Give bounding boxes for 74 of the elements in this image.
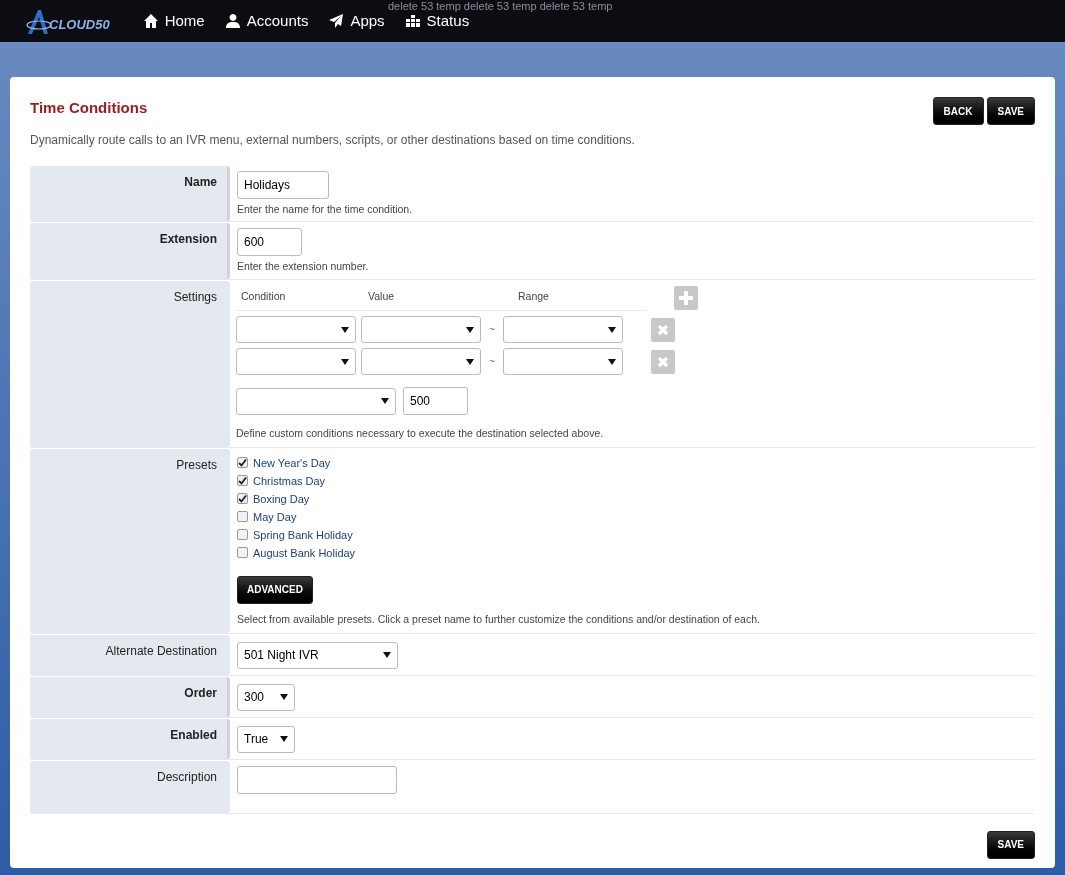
help-text: Define custom conditions necessary to execute the destination selected above. xyxy=(236,426,605,441)
page-title: Time Conditions xyxy=(30,98,149,118)
checkbox[interactable] xyxy=(237,547,248,559)
page-description: Dynamically route calls to an IVR menu, external numbers, scripts, or other destinations based on time conditions. xyxy=(30,131,635,149)
advanced-button[interactable]: ADVANCED xyxy=(237,575,313,604)
text-field[interactable]: Holidays xyxy=(237,170,329,199)
field-label: Name xyxy=(30,165,230,222)
text-field[interactable]: 500 xyxy=(403,387,468,415)
close-icon xyxy=(657,323,669,336)
caret-icon xyxy=(466,326,474,333)
nav-link[interactable]: Accounts xyxy=(224,9,309,33)
bar-chart-icon xyxy=(404,13,421,29)
user-icon xyxy=(224,13,241,29)
dropdown[interactable] xyxy=(236,316,356,343)
preset-link[interactable]: May Day xyxy=(253,508,297,525)
column-header: Value xyxy=(368,289,396,305)
caret-icon xyxy=(466,358,474,365)
help-text: Enter the extension number. xyxy=(237,259,370,275)
dropdown[interactable] xyxy=(236,387,396,415)
nav-link[interactable]: Apps xyxy=(328,9,385,33)
caret-icon xyxy=(280,736,288,742)
checkbox[interactable] xyxy=(237,493,248,505)
text-field[interactable]: 600 xyxy=(237,228,302,257)
field-label: Order xyxy=(30,676,230,717)
column-header: Condition xyxy=(240,289,287,305)
plus-icon xyxy=(679,290,693,305)
caret-icon xyxy=(383,652,391,658)
field-label: Alternate Destination xyxy=(30,634,230,675)
add-button[interactable] xyxy=(674,285,698,310)
caret-icon xyxy=(280,694,288,700)
dropdown[interactable]: 501 Night IVR xyxy=(237,641,398,669)
preset-link[interactable]: August Bank Holiday xyxy=(253,544,356,561)
checkbox[interactable] xyxy=(237,457,248,469)
dropdown[interactable] xyxy=(236,348,356,375)
column-header: Range xyxy=(518,289,550,305)
home-icon xyxy=(142,13,159,29)
checkbox[interactable] xyxy=(237,511,248,523)
field-label: Enabled xyxy=(30,718,230,759)
field-label: Settings xyxy=(30,281,230,447)
dropdown[interactable] xyxy=(503,348,623,375)
background-text: delete 53 temp delete 53 temp delete 53 temp xyxy=(388,0,613,12)
caret-icon xyxy=(608,326,616,333)
preset-link[interactable]: Boxing Day xyxy=(253,490,310,507)
dropdown[interactable]: True xyxy=(237,725,295,753)
dropdown[interactable] xyxy=(361,348,481,375)
save-button[interactable]: SAVE xyxy=(986,97,1035,125)
dropdown[interactable] xyxy=(503,316,623,343)
text-field[interactable] xyxy=(237,765,397,794)
nav-link[interactable]: Home xyxy=(142,9,205,33)
range-separator: ~ xyxy=(488,355,496,369)
remove-button[interactable] xyxy=(651,317,675,342)
checkbox[interactable] xyxy=(237,475,248,487)
logo-text: CLOUD50 xyxy=(49,15,110,34)
close-icon xyxy=(657,355,669,368)
caret-icon xyxy=(608,358,616,365)
help-text: Select from available presets. Click a preset name to further customize the conditions and/or destination of each. xyxy=(237,611,761,627)
dropdown[interactable] xyxy=(361,316,481,343)
field-label: Description xyxy=(30,760,230,813)
back-button[interactable]: BACK xyxy=(932,97,984,125)
range-separator: ~ xyxy=(488,323,496,337)
save-button[interactable]: SAVE xyxy=(986,830,1035,859)
preset-link[interactable]: Spring Bank Holiday xyxy=(253,526,353,543)
checkbox[interactable] xyxy=(237,529,248,541)
field-label: Presets xyxy=(30,448,230,633)
help-text: Enter the name for the time condition. xyxy=(237,201,414,217)
caret-icon xyxy=(341,358,349,365)
field-label: Extension xyxy=(30,223,230,279)
preset-link[interactable]: Christmas Day xyxy=(253,472,326,489)
caret-icon xyxy=(381,398,389,404)
remove-button[interactable] xyxy=(651,349,675,374)
paper-plane-icon xyxy=(328,13,345,29)
dropdown[interactable]: 300 xyxy=(237,683,295,711)
caret-icon xyxy=(341,326,349,333)
preset-link[interactable]: New Year's Day xyxy=(253,454,331,471)
